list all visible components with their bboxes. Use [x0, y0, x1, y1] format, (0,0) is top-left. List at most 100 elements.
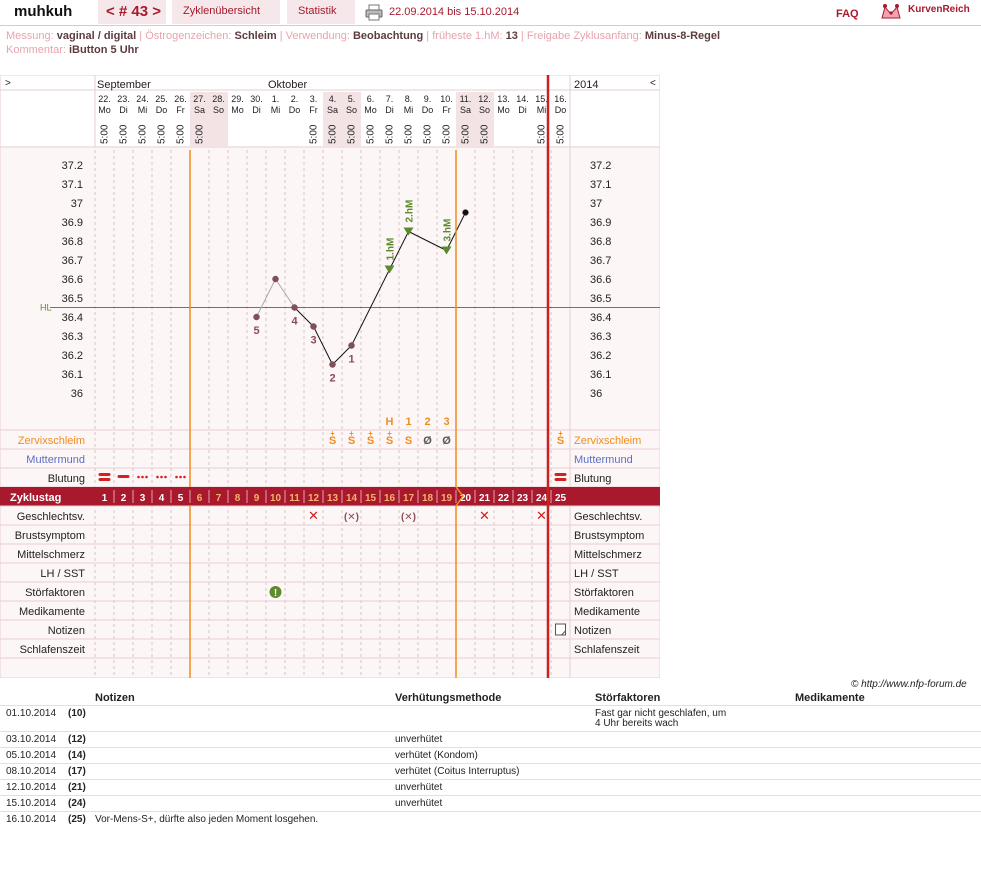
cycle-day: 6 — [197, 493, 203, 504]
notes-row: 08.10.2014 (17) verhütet (Coitus Interrupt… — [0, 764, 981, 780]
time-label: 5:00 — [347, 124, 358, 144]
nav-left-arrow: > — [5, 78, 11, 89]
y-tick-label-right: 37.1 — [590, 179, 611, 191]
mucus-plus: + — [387, 429, 392, 438]
low-temp-label: 1 — [348, 354, 354, 366]
intercourse-mark: ✕ — [536, 508, 547, 523]
row-label-right: Medikamente — [574, 606, 640, 618]
kommentar-label: Kommentar: — [6, 44, 66, 56]
weekday-label: Sa — [460, 105, 471, 115]
time-label: 5:00 — [119, 124, 130, 144]
notes-column-header: Verhütungsmethode — [395, 692, 502, 704]
bleeding-light — [183, 475, 186, 479]
time-label: 5:00 — [176, 124, 187, 144]
time-label: 5:00 — [461, 124, 472, 144]
oestro-value: Schleim — [234, 30, 277, 42]
temp-point — [348, 342, 355, 349]
time-label: 5:00 — [309, 124, 320, 144]
notes-method: unverhütet — [395, 798, 443, 809]
notes-date: 01.10.2014 — [6, 708, 57, 719]
y-tick-label-right: 36.9 — [590, 217, 611, 229]
tab-cycle-overview[interactable]: Zyklenübersicht — [172, 0, 280, 24]
notes-row: 12.10.2014 (21) unverhütet — [0, 780, 981, 796]
faq-link[interactable]: FAQ — [836, 8, 859, 20]
cycle-day: 10 — [270, 493, 282, 504]
printer-icon[interactable] — [365, 4, 383, 21]
bleeding-heavy — [554, 478, 567, 481]
y-tick-label-right: 37 — [590, 198, 602, 210]
time-label: 5:00 — [480, 124, 491, 144]
row-label-right: Blutung — [574, 473, 611, 485]
notes-row: 05.10.2014 (14) verhütet (Kondom) — [0, 748, 981, 764]
time-label: 5:00 — [366, 124, 377, 144]
weekday-label: Mi — [138, 105, 148, 115]
y-tick-label-right: 36.5 — [590, 293, 611, 305]
cycle-day: 2 — [121, 493, 127, 504]
hl-label: HL — [40, 303, 52, 313]
cycle-day: 4 — [159, 493, 165, 504]
intercourse-mark: (✕) — [401, 512, 416, 523]
tab-statistics-label: Statistik — [298, 5, 337, 17]
y-tick-label-right: 36 — [590, 388, 602, 400]
meta-line-1: Messung: vaginal / digital | Östrogenzei… — [6, 30, 721, 42]
temp-point — [253, 313, 260, 321]
time-label: 5:00 — [423, 124, 434, 144]
row-label: Medikamente — [19, 606, 85, 618]
date-label: 10. — [440, 94, 453, 104]
date-label: 29. — [231, 94, 244, 104]
date-label: 16. — [554, 94, 567, 104]
bleeding-light — [160, 475, 163, 479]
row-label: Schlafenszeit — [20, 644, 85, 656]
cycle-number[interactable]: < # 43 > — [106, 3, 161, 20]
cycle-day: 5 — [178, 493, 184, 504]
weekday-label: Di — [252, 105, 261, 115]
y-tick-label: 36.6 — [62, 274, 83, 286]
intercourse-mark: ✕ — [308, 508, 319, 523]
cycle-day: 13 — [327, 493, 339, 504]
notes-row: 01.10.2014 (10) Fast gar nicht geschlafen,… — [0, 706, 981, 732]
cycle-navigation[interactable]: < # 43 > — [98, 0, 166, 24]
notes-column-header: Störfaktoren — [595, 692, 661, 704]
notes-date: 03.10.2014 — [6, 734, 57, 745]
low-temp-label: 3 — [310, 335, 316, 347]
weekday-label: Do — [289, 105, 301, 115]
time-label: 5:00 — [442, 124, 453, 144]
top-bar: muhkuh < # 43 > Zyklenübersicht Statisti… — [0, 0, 981, 26]
y-tick-label: 36.7 — [62, 255, 83, 267]
date-label: 26. — [174, 94, 187, 104]
jester-hat-icon — [881, 4, 901, 19]
date-label: 14. — [516, 94, 529, 104]
y-tick-label: 36 — [71, 388, 83, 400]
cycle-day: 8 — [235, 493, 241, 504]
hm-label: früheste 1.hM: — [432, 30, 503, 42]
temp-point — [462, 209, 469, 216]
month-label: September — [97, 79, 151, 91]
date-label: 25. — [155, 94, 168, 104]
low-temp-label: 4 — [291, 316, 298, 328]
time-label: 5:00 — [556, 124, 567, 144]
notes-method: verhütet (Kondom) — [395, 750, 478, 761]
time-label: 5:00 — [328, 124, 339, 144]
row-label-right: Geschlechtsv. — [574, 511, 642, 523]
date-label: 4. — [329, 94, 337, 104]
notes-method: unverhütet — [395, 782, 443, 793]
cycle-day: 23 — [517, 493, 529, 504]
cycle-chart: > < September Oktober 2014 22. Mo 5:00 23. Di 5:00… — [0, 74, 661, 679]
peak-mark: H — [386, 416, 394, 428]
weekday-label: Di — [385, 105, 394, 115]
messung-value: vaginal / digital — [56, 30, 137, 42]
brand-logo[interactable]: KurvenReich — [908, 4, 970, 15]
bleeding-light — [156, 475, 159, 479]
notes-date: 15.10.2014 — [6, 798, 57, 809]
y-tick-label-right: 36.8 — [590, 236, 611, 248]
y-tick-label: 36.8 — [62, 236, 83, 248]
disturbance-icon-glyph: ! — [274, 588, 277, 599]
month-label: Oktober — [268, 79, 307, 91]
notes-disturbance-2: 4 Uhr bereits wach — [595, 718, 679, 729]
time-label: 5:00 — [195, 124, 206, 144]
tab-statistics[interactable]: Statistik — [287, 0, 355, 24]
y-tick-label-right: 36.4 — [590, 312, 611, 324]
username: muhkuh — [14, 3, 73, 20]
notes-date: 05.10.2014 — [6, 750, 57, 761]
bleeding-light — [145, 475, 148, 479]
